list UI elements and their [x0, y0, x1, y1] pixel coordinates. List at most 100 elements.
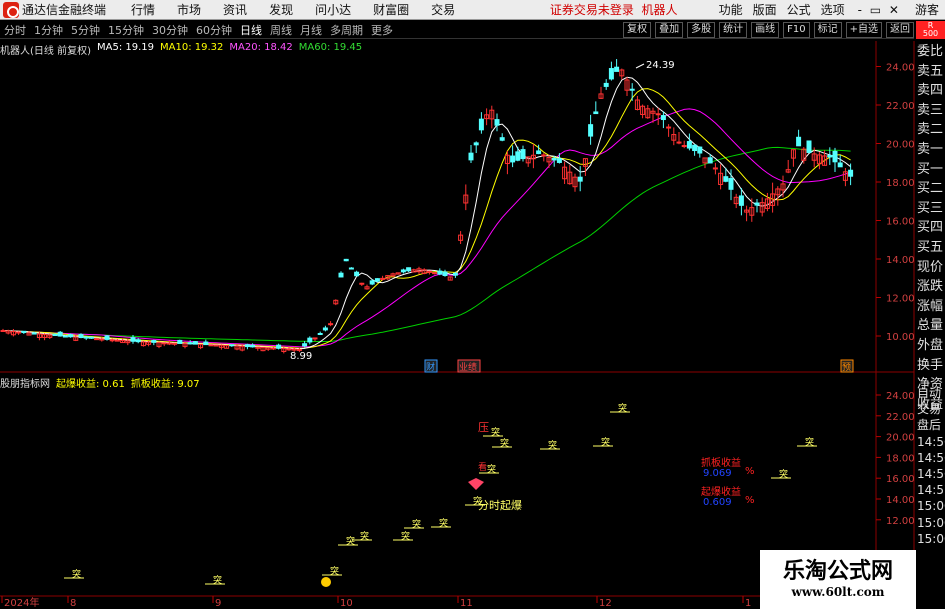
ma20-line	[2, 108, 851, 348]
candle-body	[541, 154, 547, 157]
candle-body	[343, 258, 349, 262]
candle-body	[151, 340, 157, 343]
candle-body	[187, 342, 193, 345]
candle-body	[302, 343, 308, 347]
candle-body	[322, 327, 328, 331]
candle-body	[99, 338, 105, 341]
candle-body	[614, 66, 620, 72]
tu-signal: 突	[491, 426, 500, 438]
quote-field-label: 换手	[917, 357, 944, 373]
quote-field-label: 买二	[917, 181, 944, 197]
candle-body	[796, 136, 802, 147]
ind-tick-label: 16.00	[886, 474, 915, 485]
quote-field-label: 卖三	[917, 102, 944, 118]
candle-body	[520, 149, 526, 160]
candle-body	[57, 331, 63, 337]
quote-field-label: 委比	[917, 44, 944, 59]
candle-body	[68, 334, 74, 338]
candle-body	[229, 344, 235, 347]
quote-field-label: 总量	[917, 318, 944, 334]
candle-body	[270, 347, 276, 350]
tick-time-label: 14:56	[917, 450, 945, 465]
candle-body	[629, 88, 635, 91]
price-tick-label: 20.00	[886, 140, 915, 151]
tu-signal: 突	[346, 535, 355, 547]
candle-body	[442, 271, 448, 276]
tu-signal: 突	[401, 530, 410, 542]
candle-body	[114, 339, 120, 342]
candle-body	[593, 111, 599, 115]
candle-body	[328, 323, 334, 326]
candle-body	[827, 154, 833, 158]
candle-body	[738, 195, 744, 206]
candle-body	[166, 342, 172, 345]
candle-body	[697, 146, 703, 154]
candle-body	[837, 162, 843, 168]
candle-body	[676, 141, 682, 144]
tick-time-label: 盘后	[917, 418, 942, 433]
tu-signal: 突	[601, 436, 610, 448]
candle-body	[692, 144, 698, 152]
candle-body	[291, 348, 297, 351]
candle-body	[478, 118, 484, 131]
candle-body	[52, 333, 58, 337]
quote-field-label: 卖一	[917, 141, 944, 157]
candle-body	[380, 277, 386, 280]
tu-signal: 突	[618, 402, 627, 414]
candle-body	[213, 344, 219, 347]
tick-time-label: 15:00	[917, 531, 945, 546]
candle-body	[348, 267, 354, 270]
candle-body	[666, 126, 672, 129]
date-tick-label: 12	[599, 598, 612, 609]
candle-body	[83, 336, 89, 339]
high-price-label: 24.39	[646, 60, 675, 71]
candle-body	[177, 339, 183, 344]
quote-field-label: 现价	[917, 259, 944, 275]
qibao-box-value: 0.609	[703, 497, 732, 508]
yeji-marker: 业绩	[459, 361, 477, 373]
candle-body	[832, 150, 838, 163]
tick-time-label: 交易	[917, 402, 942, 417]
tick-time-label: 14:57	[917, 483, 945, 498]
candle-body	[94, 338, 100, 341]
tick-time-label: 15:00	[917, 515, 945, 530]
candle-body	[515, 151, 521, 161]
candle-body	[577, 176, 583, 182]
candle-body	[468, 152, 474, 161]
candle-body	[432, 272, 438, 275]
tu-signal: 突	[779, 468, 788, 480]
diamond-icon	[468, 478, 484, 490]
candle-body	[806, 140, 812, 153]
kline-chart[interactable]: 24.00 22.00 20.00 18.00 16.00 14.00 12.00 10.00…	[0, 0, 945, 609]
tu-signal: 突	[72, 568, 81, 580]
quote-field-label: 卖二	[917, 122, 944, 138]
candle-body	[608, 68, 614, 80]
zhuaban-box-value: 9.069	[703, 468, 732, 479]
quote-field-label: 买五	[917, 239, 944, 255]
candle-body	[437, 270, 443, 275]
candle-body	[603, 82, 609, 87]
kan-marker: 看	[478, 461, 487, 473]
date-tick-label: 1	[745, 598, 751, 609]
tu-signal: 突	[360, 530, 369, 542]
candle-body	[374, 278, 380, 282]
candle-body	[452, 272, 458, 276]
candle-body	[494, 119, 500, 126]
quote-field-label: 外盘	[917, 337, 944, 353]
price-tick-label: 22.00	[886, 101, 915, 112]
date-tick-label: 9	[215, 598, 221, 609]
candle-body	[556, 158, 562, 163]
tick-time-label: 14:56	[917, 434, 945, 449]
candle-body	[208, 344, 214, 347]
candle-body	[317, 332, 323, 335]
quote-field-label: 卖四	[917, 83, 944, 99]
quote-field-label: 买三	[917, 200, 944, 216]
candle-body	[406, 267, 412, 272]
candle-body	[354, 271, 360, 277]
quote-panel: 委比 卖五 卖四 卖三 卖二 卖一 买一 买二 买三 买四 买五 现价 涨跌 涨幅 总量 外盘 换手 净资 收益	[917, 42, 945, 414]
cai-marker: 财	[426, 361, 435, 373]
qibao-box-pct: %	[745, 495, 755, 506]
high-pointer	[635, 63, 645, 69]
date-tick-label: 11	[460, 598, 473, 609]
price-tick-label: 18.00	[886, 178, 915, 189]
